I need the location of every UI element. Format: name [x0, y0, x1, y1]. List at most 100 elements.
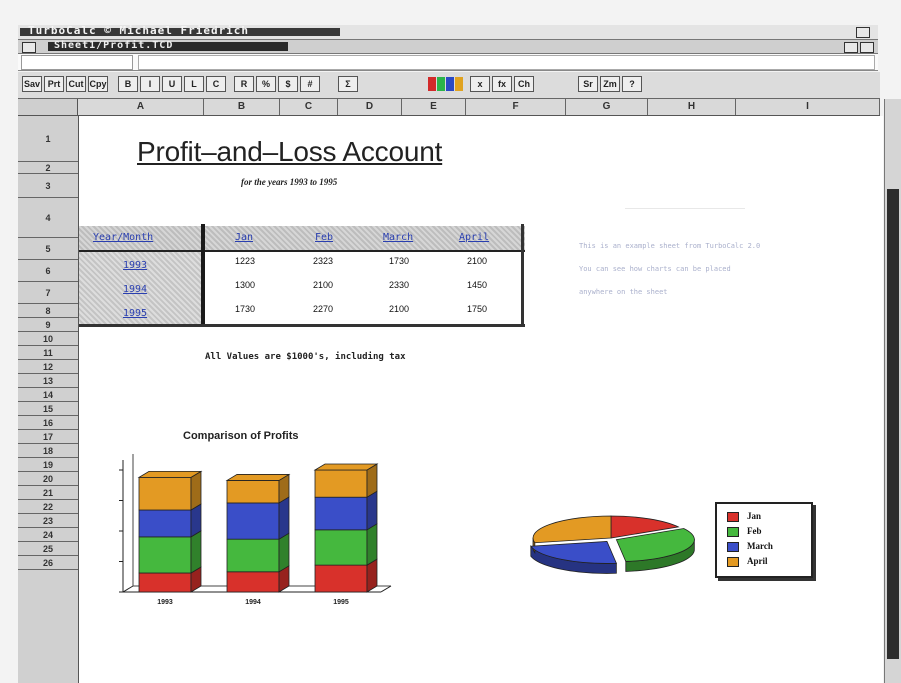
cell-entry-field[interactable] — [138, 55, 875, 70]
toolbar-button[interactable]: % — [256, 76, 276, 92]
row-header[interactable]: 13 — [18, 374, 78, 388]
table-cell[interactable]: 2100 — [313, 280, 333, 290]
table-cell[interactable]: 1750 — [467, 304, 487, 314]
row-header[interactable]: 2 — [18, 162, 78, 174]
color-swatch[interactable] — [446, 77, 454, 91]
table-border-bottom — [79, 324, 525, 327]
zoom-gadget-icon[interactable] — [844, 42, 858, 53]
table-cell[interactable]: 1223 — [235, 256, 255, 266]
table-year-cell[interactable]: 1994 — [123, 284, 147, 295]
row-header[interactable]: 17 — [18, 430, 78, 444]
cell-reference-field[interactable] — [21, 55, 133, 70]
legend-label: Feb — [747, 526, 762, 536]
depth-gadget-icon[interactable] — [856, 27, 870, 38]
toolbar-button[interactable]: Zm — [600, 76, 620, 92]
table-cell[interactable]: 1730 — [235, 304, 255, 314]
depth-gadget-icon[interactable] — [860, 42, 874, 53]
column-header[interactable]: A — [78, 99, 204, 115]
color-swatch[interactable] — [428, 77, 436, 91]
table-cell[interactable]: 2270 — [313, 304, 333, 314]
toolbar-button[interactable]: $ — [278, 76, 298, 92]
toolbar-button[interactable]: Sav — [22, 76, 42, 92]
toolbar-button[interactable]: # — [300, 76, 320, 92]
row-header[interactable]: 26 — [18, 556, 78, 570]
column-header[interactable]: G — [566, 99, 648, 115]
table-cell[interactable]: 2330 — [389, 280, 409, 290]
toolbar-button[interactable]: I — [140, 76, 160, 92]
table-year-cell[interactable]: 1993 — [123, 260, 147, 271]
column-header[interactable]: I — [736, 99, 880, 115]
column-header[interactable]: C — [280, 99, 338, 115]
row-header[interactable]: 24 — [18, 528, 78, 542]
table-cell[interactable]: 1730 — [389, 256, 409, 266]
table-cell[interactable]: 1300 — [235, 280, 255, 290]
table-cell[interactable]: 1450 — [467, 280, 487, 290]
column-header[interactable]: H — [648, 99, 736, 115]
pie-chart[interactable] — [519, 506, 709, 591]
table-cell[interactable]: 2100 — [389, 304, 409, 314]
row-header[interactable]: 7 — [18, 282, 78, 304]
toolbar-button[interactable]: Ch — [514, 76, 534, 92]
toolbar-button[interactable]: C — [206, 76, 226, 92]
row-header[interactable]: 20 — [18, 472, 78, 486]
table-header-cell[interactable]: March — [383, 232, 413, 243]
row-header[interactable]: 18 — [18, 444, 78, 458]
window-title-bar[interactable]: TurboCalc © Michael Friedrich — [18, 24, 878, 40]
toolbar-button[interactable]: fx — [492, 76, 512, 92]
scrollbar-thumb[interactable] — [887, 189, 899, 659]
spreadsheet-grid[interactable]: Profit–and–Loss Account for the years 19… — [79, 116, 883, 683]
table-header-cell[interactable]: Feb — [315, 232, 333, 243]
row-header[interactable]: 6 — [18, 260, 78, 282]
row-header[interactable]: 12 — [18, 360, 78, 374]
vertical-scrollbar[interactable] — [884, 99, 901, 683]
x-tick-label: 1993 — [157, 599, 173, 606]
column-header[interactable]: E — [402, 99, 466, 115]
toolbar-button[interactable]: Cut — [66, 76, 86, 92]
row-header[interactable]: 11 — [18, 346, 78, 360]
table-header-cell[interactable]: April — [459, 232, 489, 243]
row-header[interactable]: 22 — [18, 500, 78, 514]
toolbar-button[interactable]: Sr — [578, 76, 598, 92]
close-gadget-icon[interactable] — [22, 42, 36, 53]
stacked-bar-chart[interactable]: 1993 1994 1995 — [101, 446, 421, 616]
row-header[interactable]: 14 — [18, 388, 78, 402]
toolbar-button[interactable]: R — [234, 76, 254, 92]
row-header[interactable]: 25 — [18, 542, 78, 556]
toolbar-button[interactable]: Prt — [44, 76, 64, 92]
sheet-title-bar[interactable]: Sheet1/Profit.TCD — [18, 40, 878, 54]
toolbar-button[interactable]: ? — [622, 76, 642, 92]
bar-segment — [226, 502, 280, 540]
toolbar-button[interactable]: U — [162, 76, 182, 92]
toolbar-button[interactable]: B — [118, 76, 138, 92]
row-header[interactable]: 9 — [18, 318, 78, 332]
toolbar-button[interactable]: Σ — [338, 76, 358, 92]
toolbar-button[interactable]: L — [184, 76, 204, 92]
table-cell[interactable]: 2100 — [467, 256, 487, 266]
color-swatch[interactable] — [455, 77, 463, 91]
row-header[interactable]: 23 — [18, 514, 78, 528]
column-header[interactable]: D — [338, 99, 402, 115]
row-header[interactable]: 10 — [18, 332, 78, 346]
row-header[interactable]: 5 — [18, 238, 78, 260]
column-header[interactable]: B — [204, 99, 280, 115]
table-year-cell[interactable]: 1995 — [123, 308, 147, 319]
row-header[interactable]: 8 — [18, 304, 78, 318]
faint-rule — [625, 208, 745, 209]
toolbar-button[interactable]: Cpy — [88, 76, 108, 92]
row-header[interactable]: 3 — [18, 174, 78, 198]
row-header[interactable]: 15 — [18, 402, 78, 416]
row-header[interactable]: 19 — [18, 458, 78, 472]
select-all-corner[interactable] — [18, 99, 78, 115]
row-header[interactable]: 16 — [18, 416, 78, 430]
bar-segment — [226, 538, 280, 573]
row-header-bar: 1 2 3 4 5 6 7 8 9 10 11 12 13 14 15 16 17 18 19 20 21 22 23 24 2… — [18, 116, 79, 683]
table-cell[interactable]: 2323 — [313, 256, 333, 266]
color-swatch[interactable] — [437, 77, 445, 91]
row-header[interactable]: 1 — [18, 116, 78, 162]
column-header[interactable]: F — [466, 99, 566, 115]
row-header[interactable]: 4 — [18, 198, 78, 238]
table-header-cell[interactable]: Jan — [235, 232, 253, 243]
row-header[interactable]: 21 — [18, 486, 78, 500]
toolbar-button[interactable]: x — [470, 76, 490, 92]
table-header-cell[interactable]: Year/Month — [93, 232, 153, 243]
